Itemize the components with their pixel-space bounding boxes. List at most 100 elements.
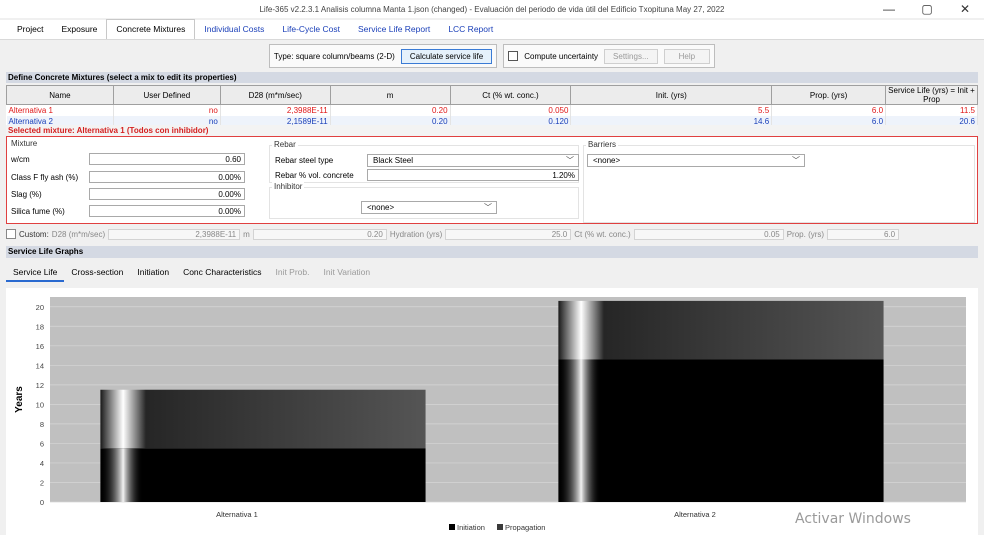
maximize-icon[interactable]: ▢ — [908, 0, 946, 18]
graph-tab-service-life[interactable]: Service Life — [6, 264, 65, 282]
close-icon[interactable]: ✕ — [946, 0, 984, 18]
custom-m-label: m — [243, 229, 250, 239]
custom-prop-label: Prop. (yrs) — [786, 229, 825, 239]
column-header[interactable]: D28 (m*m/sec) — [219, 85, 331, 105]
chevron-down-icon: ﹀ — [484, 203, 492, 212]
custom-checkbox[interactable] — [6, 229, 16, 239]
steel-type-value: Black Steel — [373, 156, 414, 165]
bar-propagation — [558, 300, 884, 360]
tab-individual-costs[interactable]: Individual Costs — [195, 20, 273, 39]
table-row[interactable]: Alternativa 1 no 2,3988E-11 0.20 0.050 5.5 6.0… — [6, 104, 978, 116]
uncertainty-group: Compute uncertainty Settings... Help — [503, 44, 716, 68]
minimize-icon[interactable]: — — [870, 0, 908, 18]
y-tick-label: 6 — [40, 439, 44, 448]
steel-type-select[interactable]: Black Steel ﹀ — [367, 154, 579, 167]
graph-tab-conc-characteristics[interactable]: Conc Characteristics — [176, 264, 268, 282]
tab-service-life-report[interactable]: Service Life Report — [349, 20, 439, 39]
windows-activation-watermark: Activar Windows — [795, 511, 911, 527]
bar-shine — [100, 448, 426, 502]
flyash-input[interactable]: 0.00% — [89, 171, 245, 183]
tab-concrete-mixtures[interactable]: Concrete Mixtures — [106, 19, 196, 39]
column-header[interactable]: Service Life (yrs) = Init + Prop — [885, 85, 978, 105]
y-tick-label: 20 — [36, 303, 44, 312]
silica-label: Silica fume (%) — [11, 206, 65, 216]
graph-tab-init-variation[interactable]: Init Variation — [317, 264, 378, 282]
steel-type-label: Rebar steel type — [275, 156, 334, 165]
slag-label: Slag (%) — [11, 189, 42, 199]
silica-input[interactable]: 0.00% — [89, 205, 245, 217]
rebar-vol-input[interactable]: 1.20% — [367, 169, 579, 181]
inhibitor-select[interactable]: <none> ﹀ — [361, 201, 497, 214]
chevron-down-icon: ﹀ — [566, 156, 574, 165]
wcm-input[interactable]: 0.60 — [89, 153, 245, 165]
custom-ct-label: Ct (% wt. conc.) — [574, 229, 631, 239]
barriers-select[interactable]: <none> ﹀ — [587, 154, 805, 167]
table-cell: 0.050 — [450, 104, 572, 116]
inhibitor-legend: Inhibitor — [272, 182, 305, 191]
tab-life-cycle-cost[interactable]: Life-Cycle Cost — [273, 20, 349, 39]
settings-button[interactable]: Settings... — [604, 48, 658, 64]
calculate-service-life-button[interactable]: Calculate service life — [400, 48, 493, 64]
x-category-label: Alternativa 1 — [216, 510, 258, 519]
y-tick-label: 16 — [36, 342, 44, 351]
bar-shine — [558, 359, 884, 502]
window-title: Life-365 v2.2.3.1 Analisis columna Manta… — [259, 4, 725, 14]
column-header[interactable]: Prop. (yrs) — [771, 85, 887, 105]
y-tick-label: 8 — [40, 420, 44, 429]
y-axis-label: Years — [14, 386, 25, 413]
calc-group: Type: square column/beams (2-D) Calculat… — [268, 44, 498, 68]
toolbar: Type: square column/beams (2-D) Calculat… — [0, 42, 984, 70]
help-button[interactable]: Help — [663, 48, 711, 64]
inhibitor-value: <none> — [367, 203, 395, 212]
custom-m-input[interactable]: 0.20 — [252, 228, 387, 240]
mixtures-table: Name User Defined D28 (m*m/sec) m Ct (% wt. … — [6, 85, 978, 127]
table-cell: 6.0 — [771, 104, 887, 116]
chart-area: 0 2 4 6 8 10 12 14 16 18 20 Years Alternativa 1 Alter… — [6, 288, 978, 535]
custom-row: Custom: D28 (m*m/sec) 2,3988E-11 m 0.20 … — [6, 227, 978, 241]
legend-label: Initiation — [457, 523, 485, 532]
legend-label: Propagation — [505, 523, 545, 532]
table-cell: Alternativa 1 — [6, 104, 114, 116]
compute-uncertainty-checkbox[interactable] — [508, 51, 519, 61]
y-tick-label: 12 — [36, 381, 44, 390]
mixture-legend: Mixture — [9, 139, 40, 148]
y-tick-label: 2 — [40, 478, 44, 487]
custom-hydration-label: Hydration (yrs) — [389, 229, 443, 239]
table-cell: 0.20 — [330, 104, 451, 116]
graph-tab-init-prob-[interactable]: Init Prob. — [268, 264, 316, 282]
y-tick-label: 18 — [36, 322, 44, 331]
tab-project[interactable]: Project — [8, 20, 52, 39]
y-tick-label: 0 — [40, 498, 44, 507]
custom-prop-input[interactable]: 6.0 — [827, 228, 900, 240]
tab-exposure[interactable]: Exposure — [52, 20, 106, 39]
selected-mixture-panel: Mixture w/cm 0.60 Class F fly ash (%) 0.… — [6, 136, 978, 224]
column-header[interactable]: Ct (% wt. conc.) — [449, 85, 572, 105]
tab-lcc-report[interactable]: LCC Report — [439, 20, 502, 39]
y-tick-label: 14 — [36, 361, 44, 370]
custom-d28-input[interactable]: 2,3988E-11 — [108, 228, 241, 240]
chevron-down-icon: ﹀ — [792, 156, 800, 165]
custom-ct-input[interactable]: 0.05 — [633, 228, 784, 240]
column-header[interactable]: Init. (yrs) — [570, 85, 773, 105]
main-tabs: Project Exposure Concrete Mixtures Individu… — [0, 19, 984, 40]
slag-input[interactable]: 0.00% — [89, 188, 245, 200]
graph-tab-cross-section[interactable]: Cross-section — [64, 264, 130, 282]
table-cell: 2,3988E-11 — [220, 104, 331, 116]
barriers-value: <none> — [593, 156, 621, 165]
table-cell: no — [113, 104, 221, 116]
flyash-label: Class F fly ash (%) — [11, 172, 79, 182]
column-header[interactable]: m — [329, 85, 451, 105]
rebar-legend: Rebar — [272, 140, 298, 149]
graph-tabs: Service Life Cross-section Initiation Conc … — [6, 264, 978, 282]
x-category-label: Alternativa 2 — [674, 510, 716, 519]
compute-uncertainty-label: Compute uncertainty — [524, 51, 599, 61]
selected-mixture-header: Selected mixture: Alternativa 1 (Todos c… — [6, 125, 978, 136]
custom-hydration-input[interactable]: 25.0 — [445, 228, 572, 240]
legend-swatch — [497, 524, 503, 530]
title-bar: Life-365 v2.2.3.1 Analisis columna Manta… — [0, 0, 984, 18]
column-header[interactable]: User Defined — [112, 85, 221, 105]
column-header[interactable]: Name — [6, 85, 114, 105]
barriers-legend: Barriers — [586, 140, 619, 149]
graph-tab-initiation[interactable]: Initiation — [130, 264, 176, 282]
bar-propagation — [100, 389, 426, 449]
